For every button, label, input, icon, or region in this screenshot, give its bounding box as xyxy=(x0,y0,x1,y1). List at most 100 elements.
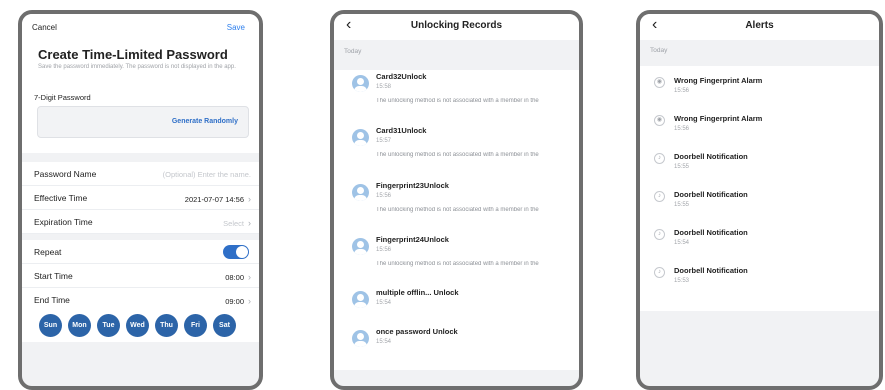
page-title: Unlocking Records xyxy=(410,20,503,31)
avatar-body xyxy=(354,195,367,201)
effective-time-row[interactable]: Effective Time 2021-07-07 14:56 › xyxy=(22,186,259,210)
chevron-right-icon: › xyxy=(248,218,251,228)
chevron-right-icon: › xyxy=(248,296,251,306)
day-wed-button[interactable]: Wed xyxy=(126,314,149,337)
repeat-toggle[interactable] xyxy=(223,245,249,259)
avatar-body xyxy=(354,302,367,308)
avatar-head xyxy=(357,187,364,194)
page-title: Alerts xyxy=(745,20,774,31)
alert-title: Doorbell Notification xyxy=(674,228,748,237)
bell-icon: ♪ xyxy=(654,267,665,278)
alerts-screen: ‹ Alerts Today ◉ Wrong Fingerprint Alarm… xyxy=(636,10,883,390)
avatar-body xyxy=(354,341,367,347)
record-time: 15:56 xyxy=(376,193,392,199)
bell-icon: ♪ xyxy=(654,153,665,164)
password-name-row[interactable]: Password Name (Optional) Enter the name. xyxy=(22,162,259,186)
record-time: 15:58 xyxy=(376,84,392,90)
alert-title: Wrong Fingerprint Alarm xyxy=(674,114,763,123)
user-avatar-icon xyxy=(352,184,369,201)
page-title: Create Time-Limited Password xyxy=(38,47,228,62)
effective-time-text: 2021-07-07 14:56 xyxy=(184,195,244,204)
bell-icon: ♪ xyxy=(654,191,665,202)
alert-title: Doorbell Notification xyxy=(674,190,748,199)
record-title: Card32Unlock xyxy=(376,72,427,81)
record-time: 15:57 xyxy=(376,138,392,144)
records-list: Card32Unlock 15:58 The unlocking method … xyxy=(334,70,579,370)
avatar-body xyxy=(354,140,367,146)
day-sun-button[interactable]: Sun xyxy=(39,314,62,337)
alerts-list: ◉ Wrong Fingerprint Alarm 15:56 ◉ Wrong … xyxy=(640,66,879,311)
day-thu-button[interactable]: Thu xyxy=(155,314,178,337)
end-time-text: 09:00 xyxy=(225,297,244,306)
bell-icon: ♪ xyxy=(654,229,665,240)
record-time: 15:54 xyxy=(376,339,392,345)
day-mon-button[interactable]: Mon xyxy=(68,314,91,337)
expiration-time-value: Select › xyxy=(223,218,251,228)
day-tue-button[interactable]: Tue xyxy=(97,314,120,337)
row-label: Effective Time xyxy=(34,193,88,203)
user-avatar-icon xyxy=(352,75,369,92)
password-input[interactable]: Generate Randomly xyxy=(37,106,249,138)
avatar-head xyxy=(357,78,364,85)
cancel-button[interactable]: Cancel xyxy=(32,23,57,32)
record-title: Card31Unlock xyxy=(376,126,427,135)
fingerprint-icon: ◉ xyxy=(654,115,665,126)
avatar-head xyxy=(357,241,364,248)
avatar-body xyxy=(354,249,367,255)
password-header-section: Cancel Save Create Time-Limited Password… xyxy=(22,14,259,153)
alert-time: 15:53 xyxy=(674,278,690,284)
start-time-row[interactable]: Start Time 08:00 › xyxy=(22,264,259,288)
record-title: Fingerprint23Unlock xyxy=(376,181,449,190)
save-button[interactable]: Save xyxy=(227,23,245,32)
unlocking-records-screen: ‹ Unlocking Records Today Card32Unlock 1… xyxy=(330,10,583,390)
password-name-input[interactable]: (Optional) Enter the name. xyxy=(163,170,251,179)
weekday-selector: Sun Mon Tue Wed Thu Fri Sat xyxy=(22,310,259,342)
record-title: once password Unlock xyxy=(376,327,458,336)
avatar-body xyxy=(354,86,367,92)
create-password-screen: Cancel Save Create Time-Limited Password… xyxy=(18,10,263,390)
day-sat-button[interactable]: Sat xyxy=(213,314,236,337)
record-description: The unlocking method is not associated w… xyxy=(376,98,539,104)
avatar-head xyxy=(357,294,364,301)
expiration-time-text: Select xyxy=(223,219,244,228)
day-fri-button[interactable]: Fri xyxy=(184,314,207,337)
alert-title: Doorbell Notification xyxy=(674,266,748,275)
record-time: 15:56 xyxy=(376,247,392,253)
section-header-today: Today xyxy=(344,48,362,55)
generate-randomly-button[interactable]: Generate Randomly xyxy=(172,118,238,125)
end-time-row[interactable]: End Time 09:00 › xyxy=(22,288,259,312)
start-time-value: 08:00 › xyxy=(225,272,251,282)
alert-time: 15:56 xyxy=(674,126,690,132)
user-avatar-icon xyxy=(352,238,369,255)
effective-time-value: 2021-07-07 14:56 › xyxy=(185,194,251,204)
alert-time: 15:54 xyxy=(674,240,690,246)
row-label: Start Time xyxy=(34,271,73,281)
page-subtitle: Save the password immediately. The passw… xyxy=(38,64,236,70)
row-label: Expiration Time xyxy=(34,217,93,227)
row-label: End Time xyxy=(34,295,70,305)
toggle-knob xyxy=(236,246,248,258)
user-avatar-icon xyxy=(352,330,369,347)
alert-time: 15:56 xyxy=(674,88,690,94)
record-time: 15:54 xyxy=(376,300,392,306)
alert-time: 15:55 xyxy=(674,164,690,170)
row-label: Repeat xyxy=(34,247,62,257)
alert-title: Wrong Fingerprint Alarm xyxy=(674,76,763,85)
nav-header: ‹ Unlocking Records xyxy=(334,14,579,40)
user-avatar-icon xyxy=(352,129,369,146)
section-header-today: Today xyxy=(650,47,668,54)
avatar-head xyxy=(357,333,364,340)
record-title: multiple offlin... Unlock xyxy=(376,288,459,297)
start-time-text: 08:00 xyxy=(225,273,244,282)
alert-title: Doorbell Notification xyxy=(674,152,748,161)
repeat-row: Repeat xyxy=(22,240,259,264)
expiration-time-row[interactable]: Expiration Time Select › xyxy=(22,210,259,234)
record-title: Fingerprint24Unlock xyxy=(376,235,449,244)
chevron-right-icon: › xyxy=(248,272,251,282)
chevron-right-icon: › xyxy=(248,194,251,204)
fingerprint-icon: ◉ xyxy=(654,77,665,88)
record-description: The unlocking method is not associated w… xyxy=(376,152,539,158)
record-description: The unlocking method is not associated w… xyxy=(376,261,539,267)
avatar-head xyxy=(357,132,364,139)
row-label: Password Name xyxy=(34,169,97,179)
